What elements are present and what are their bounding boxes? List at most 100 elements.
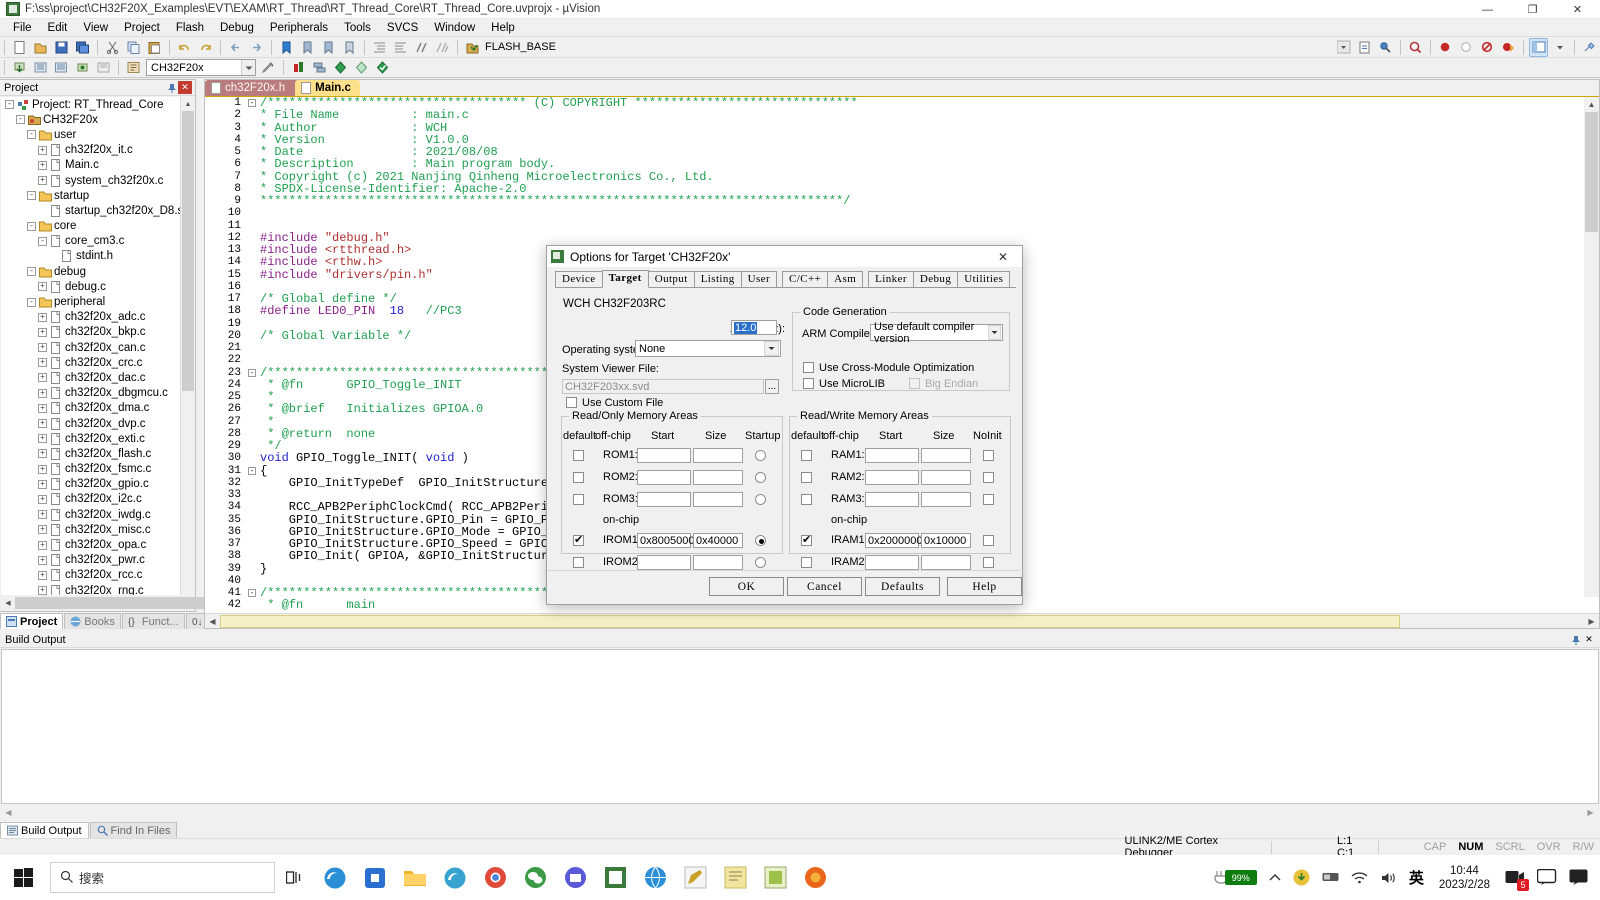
dialog-tab-cc++[interactable]: C/C++ <box>782 271 828 287</box>
comment-icon[interactable] <box>412 38 431 57</box>
menu-item-file[interactable]: File <box>5 21 40 35</box>
vscroll-thumb[interactable] <box>1585 112 1598 232</box>
action-center-icon[interactable] <box>1564 855 1594 900</box>
insert-file-icon[interactable] <box>1355 38 1374 57</box>
expand-toggle-icon[interactable]: + <box>38 313 47 322</box>
taskbar-keil-icon[interactable] <box>755 855 795 900</box>
layout-dropdown-icon[interactable] <box>1550 38 1569 57</box>
project-tab-books[interactable]: Books <box>64 613 121 629</box>
scroll-right-icon[interactable]: ▶ <box>1583 806 1598 820</box>
find-icon[interactable] <box>1406 38 1425 57</box>
memory-start-input[interactable] <box>637 470 691 485</box>
target-options-icon[interactable] <box>124 58 143 77</box>
tree-item[interactable]: +ch32f20x_dma.c <box>1 401 181 416</box>
memory-default-checkbox[interactable] <box>801 450 812 461</box>
pin-icon[interactable] <box>1570 634 1582 646</box>
indent-icon[interactable] <box>370 38 389 57</box>
memory-noinit-checkbox[interactable] <box>983 472 994 483</box>
new-file-icon[interactable] <box>10 38 29 57</box>
close-icon[interactable]: ✕ <box>1582 633 1596 646</box>
tree-item[interactable]: -peripheral <box>1 294 181 309</box>
taskbar-editor-icon[interactable] <box>675 855 715 900</box>
undo-icon[interactable] <box>175 38 194 57</box>
project-tree-hscrollbar[interactable]: ◀ ▶ ▼ <box>1 596 195 610</box>
memory-size-input[interactable] <box>693 470 743 485</box>
scroll-up-icon[interactable]: ▲ <box>1584 97 1599 112</box>
tree-item[interactable]: +debug.c <box>1 279 181 294</box>
expand-toggle-icon[interactable]: + <box>38 328 47 337</box>
expand-toggle-icon[interactable]: - <box>27 191 36 200</box>
tree-item[interactable]: +ch32f20x_iwdg.c <box>1 507 181 522</box>
maximize-button[interactable]: ❐ <box>1510 0 1555 19</box>
back-icon[interactable] <box>226 38 245 57</box>
dialog-tab-asm[interactable]: Asm <box>827 271 863 287</box>
memory-default-checkbox[interactable] <box>573 557 584 568</box>
save-icon[interactable] <box>52 38 71 57</box>
start-button-icon[interactable] <box>0 855 48 900</box>
clock[interactable]: 10:44 2023/2/28 <box>1431 855 1498 900</box>
dialog-tab-linker[interactable]: Linker <box>868 271 914 287</box>
bottom-tab-find-in-files[interactable]: Find In Files <box>90 822 178 838</box>
menu-item-project[interactable]: Project <box>116 21 168 35</box>
dialog-tab-utilities[interactable]: Utilities <box>957 271 1010 287</box>
options-for-target-dialog[interactable]: Options for Target 'CH32F20x' ✕ DeviceTa… <box>546 245 1023 605</box>
toolbar-dropdown-icon[interactable] <box>1334 38 1353 57</box>
taskbar-firefox-icon[interactable] <box>795 855 835 900</box>
chevron-down-icon[interactable] <box>988 325 1001 340</box>
taskbar-notes-icon[interactable] <box>715 855 755 900</box>
memory-default-checkbox[interactable] <box>801 535 812 546</box>
system-viewer-browse-button[interactable]: ... <box>765 379 779 394</box>
fold-column[interactable]: ---- <box>245 97 259 612</box>
build-icon[interactable] <box>31 58 50 77</box>
battery-icon[interactable]: 99% <box>1209 855 1262 900</box>
editor-vscrollbar[interactable]: ▲ <box>1584 97 1599 597</box>
bookmark-next-icon[interactable] <box>319 38 338 57</box>
memory-size-input[interactable] <box>921 448 971 463</box>
expand-toggle-icon[interactable]: + <box>38 389 47 398</box>
memory-start-input[interactable] <box>865 470 919 485</box>
configure-target-icon[interactable] <box>463 38 482 57</box>
rebuild-icon[interactable] <box>52 58 71 77</box>
project-tree-vscrollbar[interactable]: ▲ <box>180 97 194 595</box>
tree-item[interactable]: +ch32f20x_exti.c <box>1 431 181 446</box>
debug-settings-icon[interactable] <box>1376 38 1395 57</box>
dialog-ok-button[interactable]: OK <box>709 577 784 596</box>
tree-item[interactable]: +ch32f20x_fsmc.c <box>1 462 181 477</box>
tree-item[interactable]: +ch32f20x_dac.c <box>1 370 181 385</box>
uncomment-icon[interactable] <box>433 38 452 57</box>
menu-item-flash[interactable]: Flash <box>168 21 212 35</box>
expand-toggle-icon[interactable]: + <box>38 343 47 352</box>
task-view-icon[interactable] <box>275 855 315 900</box>
memory-size-input[interactable] <box>921 555 971 570</box>
taskbar-uvision-icon[interactable] <box>595 855 635 900</box>
expand-toggle-icon[interactable]: - <box>5 100 14 109</box>
memory-noinit-checkbox[interactable] <box>983 450 994 461</box>
memory-noinit-checkbox[interactable] <box>983 535 994 546</box>
expand-toggle-icon[interactable]: - <box>27 267 36 276</box>
tree-item[interactable]: +ch32f20x_flash.c <box>1 446 181 461</box>
tree-item[interactable]: -Project: RT_Thread_Core <box>1 97 181 112</box>
expand-toggle-icon[interactable]: + <box>38 541 47 550</box>
pin-icon[interactable] <box>166 82 178 94</box>
memory-start-input[interactable] <box>637 492 691 507</box>
expand-toggle-icon[interactable]: + <box>38 571 47 580</box>
copy-icon[interactable] <box>124 38 143 57</box>
configure-icon[interactable] <box>1580 38 1599 57</box>
expand-toggle-icon[interactable]: + <box>38 358 47 367</box>
memory-size-input[interactable] <box>921 492 971 507</box>
tree-item[interactable]: +ch32f20x_bkp.c <box>1 325 181 340</box>
dialog-tab-output[interactable]: Output <box>648 271 695 287</box>
memory-start-input[interactable] <box>865 448 919 463</box>
system-viewer-input[interactable]: CH32F203xx.svd <box>562 379 764 394</box>
dialog-help-button[interactable]: Help <box>947 577 1022 596</box>
dialog-tab-user[interactable]: User <box>741 271 777 287</box>
dialog-tab-debug[interactable]: Debug <box>913 271 958 287</box>
memory-size-input[interactable] <box>693 448 743 463</box>
tree-item[interactable]: +ch32f20x_can.c <box>1 340 181 355</box>
project-tab-project[interactable]: Project <box>0 613 63 629</box>
minimize-button[interactable]: — <box>1465 0 1510 19</box>
tree-item[interactable]: -startup <box>1 188 181 203</box>
tree-item[interactable]: +ch32f20x_crc.c <box>1 355 181 370</box>
scroll-up-icon[interactable]: ▲ <box>181 97 195 111</box>
tree-item[interactable]: +system_ch32f20x.c <box>1 173 181 188</box>
